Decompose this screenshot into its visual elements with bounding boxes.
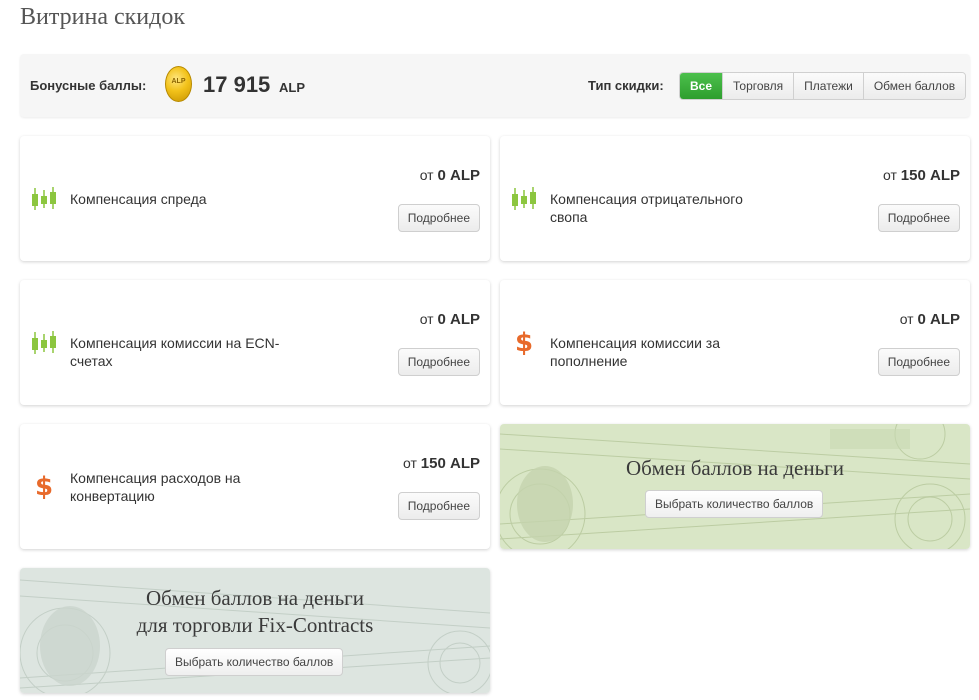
candlestick-chart-icon: [32, 187, 56, 210]
banner-title-line1: Обмен баллов на деньги: [145, 586, 365, 610]
discount-price: от 150 ALP: [883, 167, 960, 184]
discount-price: от 0 ALP: [420, 167, 480, 184]
discount-name: Компенсация отрицательного свопа: [550, 191, 743, 225]
details-button[interactable]: Подробнее: [877, 348, 960, 376]
candlestick-chart-icon: [512, 187, 536, 210]
choose-points-button[interactable]: Выбрать количество баллов: [165, 648, 344, 676]
details-button[interactable]: Подробнее: [397, 492, 480, 520]
details-button[interactable]: Подробнее: [397, 348, 480, 376]
price-value: 0 ALP: [437, 311, 480, 328]
filter-trading-button[interactable]: Торговля: [722, 73, 794, 99]
price-value: 0 ALP: [437, 167, 480, 184]
price-value: 150 ALP: [420, 455, 480, 472]
discount-card-deposit-commission: $ Компенсация комиссии за пополнение от …: [500, 280, 970, 405]
price-prefix: от: [419, 167, 434, 183]
dollar-icon: $: [34, 472, 54, 502]
price-prefix: от: [883, 167, 897, 183]
filter-points-exchange-button[interactable]: Обмен баллов: [862, 73, 966, 99]
banner-points-to-money-fix-contracts: Обмен баллов на деньги для торговли Fix-…: [20, 568, 490, 693]
discount-price: от 150 ALP: [403, 455, 480, 472]
filter-payments-button[interactable]: Платежи: [793, 73, 863, 99]
discount-price: от 0 ALP: [900, 311, 960, 328]
alp-coin-icon: ALP: [165, 66, 192, 102]
price-value: 150 ALP: [900, 167, 960, 184]
details-button[interactable]: Подробнее: [877, 204, 960, 232]
discount-name: Компенсация спреда: [70, 191, 207, 207]
price-prefix: от: [419, 311, 434, 327]
discount-name: Компенсация комиссии на ECN-счетах: [70, 335, 280, 369]
discount-price: от 0 ALP: [420, 311, 480, 328]
coin-text: ALP: [171, 78, 186, 85]
discount-card-negative-swap: Компенсация отрицательного свопа от 150 …: [500, 136, 970, 261]
page-title: Витрина скидок: [20, 4, 185, 30]
discount-type-filter: Все Торговля Платежи Обмен баллов: [679, 72, 967, 100]
price-value: 0 ALP: [917, 311, 960, 328]
discount-card-conversion: $ Компенсация расходов на конвертацию от…: [20, 424, 490, 549]
price-prefix: от: [403, 455, 417, 471]
discount-card-ecn-commission: Компенсация комиссии на ECN-счетах от 0 …: [20, 280, 490, 405]
banner-title: Обмен баллов на деньги: [625, 456, 845, 480]
banknote-background-image: [500, 424, 970, 549]
details-button[interactable]: Подробнее: [397, 204, 480, 232]
discount-card-spread: Компенсация спреда от 0 ALP Подробнее: [20, 136, 490, 261]
bonus-bar: Бонусные баллы: ALP 17 915 ALP Тип скидк…: [20, 54, 970, 117]
filter-all-button[interactable]: Все: [680, 73, 723, 99]
bonus-points-unit: ALP: [279, 80, 305, 95]
banner-points-to-money: Обмен баллов на деньги Выбрать количеств…: [500, 424, 970, 549]
candlestick-chart-icon: [32, 331, 56, 354]
discount-name: Компенсация расходов на конвертацию: [70, 470, 241, 504]
discount-name: Компенсация комиссии за пополнение: [550, 335, 721, 369]
choose-points-button[interactable]: Выбрать количество баллов: [645, 490, 824, 518]
price-prefix: от: [899, 311, 914, 327]
discount-type-label: Тип скидки:: [588, 78, 664, 93]
banner-title-line2: для торговли Fix-Contracts: [136, 613, 374, 637]
bonus-points-label: Бонусные баллы:: [30, 78, 147, 93]
dollar-icon: $: [514, 328, 534, 358]
bonus-points-amount: 17 915: [203, 72, 271, 97]
